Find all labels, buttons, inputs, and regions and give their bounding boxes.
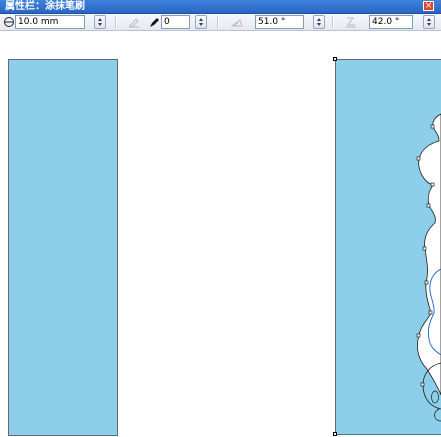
separator bbox=[217, 16, 219, 28]
property-bar-titlebar[interactable]: 属性栏：涂抹笔刷 × bbox=[0, 0, 441, 14]
dryout-stepper[interactable] bbox=[195, 15, 207, 29]
separator bbox=[332, 16, 334, 28]
separator bbox=[115, 16, 117, 28]
property-bar-window: 属性栏：涂抹笔刷 × 10.0 mm 0 51.0 ° 42.0 ° bbox=[0, 0, 441, 31]
dryout-input[interactable]: 0 bbox=[161, 15, 190, 29]
property-bar-title: 属性栏：涂抹笔刷 bbox=[5, 1, 85, 12]
pen-pressure-icon[interactable] bbox=[128, 16, 140, 28]
selection-handle[interactable] bbox=[333, 57, 337, 61]
nib-size-icon bbox=[4, 17, 14, 27]
bearing-stepper[interactable] bbox=[423, 15, 435, 29]
rectangle-left[interactable] bbox=[8, 59, 118, 436]
smear-stroke[interactable] bbox=[335, 59, 441, 435]
bearing-icon bbox=[346, 17, 356, 28]
dryout-icon bbox=[150, 18, 159, 27]
tilt-input[interactable]: 51.0 ° bbox=[255, 15, 304, 29]
nib-size-stepper[interactable] bbox=[94, 15, 106, 29]
tilt-icon bbox=[231, 19, 243, 27]
tilt-stepper[interactable] bbox=[313, 15, 325, 29]
selection-handle[interactable] bbox=[333, 432, 337, 436]
property-bar-toolrow: 10.0 mm 0 51.0 ° 42.0 ° bbox=[0, 14, 441, 31]
bearing-input[interactable]: 42.0 ° bbox=[369, 15, 413, 29]
close-icon[interactable]: × bbox=[423, 1, 434, 11]
nib-size-input[interactable]: 10.0 mm bbox=[15, 15, 85, 29]
